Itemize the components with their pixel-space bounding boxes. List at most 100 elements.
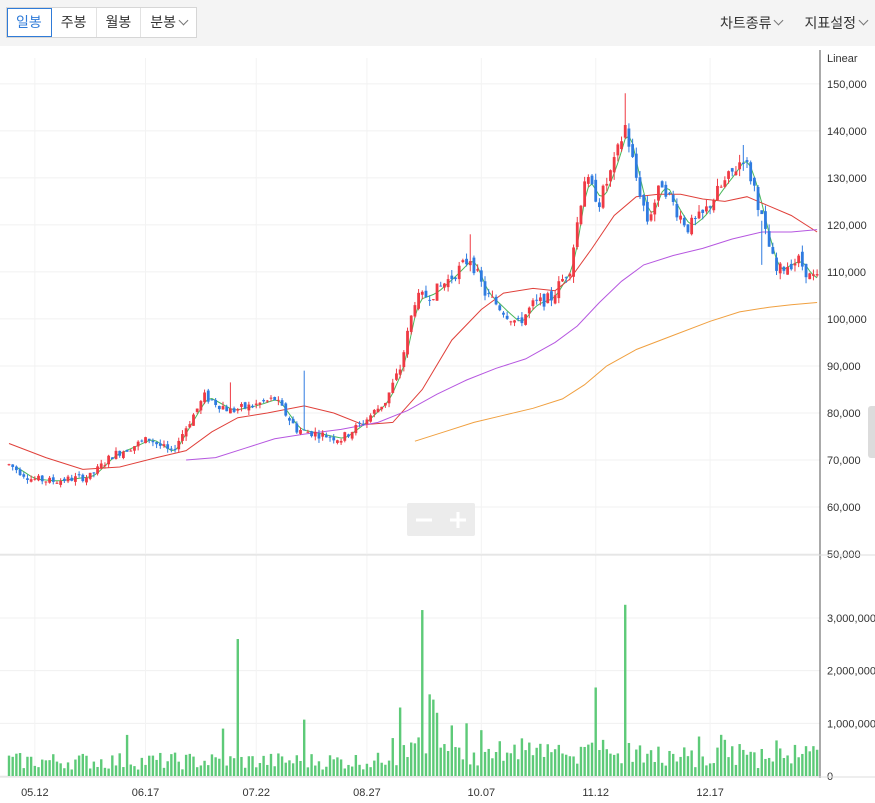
stock-chart[interactable]: 150,000 140,000 130,000 120,000 110,000 100,0… [0, 46, 875, 803]
candle-body [645, 201, 649, 222]
price-tick-label: 140,000 [827, 126, 867, 138]
candle-body [203, 392, 206, 403]
candle-body [649, 214, 653, 221]
volume-bar [520, 738, 524, 776]
volume-bar [255, 767, 258, 776]
price-tick-label: 60,000 [827, 502, 861, 514]
volume-bar [668, 750, 671, 776]
volume-bar [210, 754, 214, 776]
candle-body [107, 455, 111, 465]
candle-body [572, 247, 575, 277]
volume-bar [398, 707, 402, 776]
volume-bar [457, 747, 461, 776]
candle-body [92, 472, 96, 474]
volume-bar [797, 757, 800, 776]
candle-body [85, 477, 88, 483]
volume-bar [41, 759, 44, 776]
volume-bar [81, 753, 84, 776]
volume-bar [207, 765, 210, 776]
candle-body [273, 397, 277, 400]
volume-bar [421, 610, 424, 776]
volume-bar [435, 712, 439, 776]
price-tick-label: 80,000 [827, 408, 861, 420]
volume-bar [325, 766, 328, 776]
volume-bar [701, 756, 704, 776]
period-tab-minute[interactable]: 분봉 [141, 8, 196, 37]
candle-body [284, 403, 288, 416]
volume-bar [247, 756, 251, 776]
volume-bar [291, 763, 295, 776]
candle-body [14, 466, 18, 471]
candle-body [288, 418, 291, 421]
volume-bar [70, 769, 73, 776]
candle-body [542, 293, 546, 307]
volume-bar [310, 754, 313, 776]
volume-bar [314, 765, 317, 776]
candle-body [472, 257, 476, 274]
volume-bar [155, 759, 158, 776]
candle-body [671, 194, 675, 202]
chart-type-dropdown[interactable]: 차트종류 [720, 13, 784, 33]
volume-bar [454, 747, 457, 776]
volume-bar [542, 756, 546, 776]
volume-bar [229, 756, 232, 776]
candle-body [369, 415, 373, 422]
volume-bar [790, 763, 793, 776]
period-tab-daily[interactable]: 일봉 [7, 8, 52, 37]
candle-body [756, 187, 760, 211]
candle-body [276, 399, 280, 401]
volume-bar [328, 755, 332, 776]
volume-bar [7, 755, 11, 776]
indicator-settings-dropdown[interactable]: 지표설정 [804, 13, 869, 33]
candle-body [417, 292, 420, 309]
candle-body [158, 443, 162, 446]
candle-body [181, 434, 184, 441]
candle-body [114, 450, 118, 459]
volume-bar [505, 752, 509, 776]
candle-body [413, 305, 417, 317]
volume-bar [793, 744, 797, 776]
candle-body [428, 299, 432, 301]
volume-bar [439, 747, 442, 776]
volume-bar [808, 751, 811, 776]
zoom-in-button[interactable] [441, 503, 475, 536]
volume-bar [192, 756, 195, 776]
candle-body [40, 475, 44, 482]
volume-bar [88, 768, 92, 776]
candle-body [251, 405, 254, 408]
volume-bar [332, 759, 335, 776]
candle-body [26, 478, 29, 480]
candle-body [398, 369, 402, 375]
candle-body [490, 296, 494, 298]
volume-bar [195, 767, 199, 776]
period-tab-monthly[interactable]: 월봉 [97, 8, 142, 37]
candle-body [269, 397, 273, 399]
candle-body [653, 202, 657, 215]
candle-body [583, 181, 587, 207]
candle-body [328, 436, 332, 438]
chart-grid [0, 58, 820, 777]
candle-body [306, 431, 310, 433]
volume-bar [738, 744, 741, 776]
chart-toolbar: 일봉 주봉 월봉 분봉 차트종류 지표설정 [0, 0, 875, 46]
candle-body [723, 180, 727, 187]
volume-bar [487, 748, 490, 776]
candle-body [66, 476, 70, 482]
period-tab-weekly[interactable]: 주봉 [52, 8, 97, 37]
volume-bar [683, 747, 686, 776]
volume-bar [221, 728, 225, 776]
candle-body [291, 418, 295, 424]
candle-body [598, 202, 601, 208]
candle-body [184, 428, 188, 437]
volume-bar [528, 742, 531, 776]
ma60-line [186, 229, 818, 461]
volume-bar [44, 760, 48, 776]
panel-resize-handle[interactable] [868, 406, 875, 458]
candle-body [454, 277, 457, 280]
candle-body [96, 466, 99, 474]
indicator-settings-label: 지표설정 [804, 14, 856, 31]
price-tick-label: 130,000 [827, 173, 867, 185]
volume-bar [391, 738, 394, 776]
volume-bar [92, 761, 96, 776]
zoom-out-button[interactable] [407, 503, 441, 536]
